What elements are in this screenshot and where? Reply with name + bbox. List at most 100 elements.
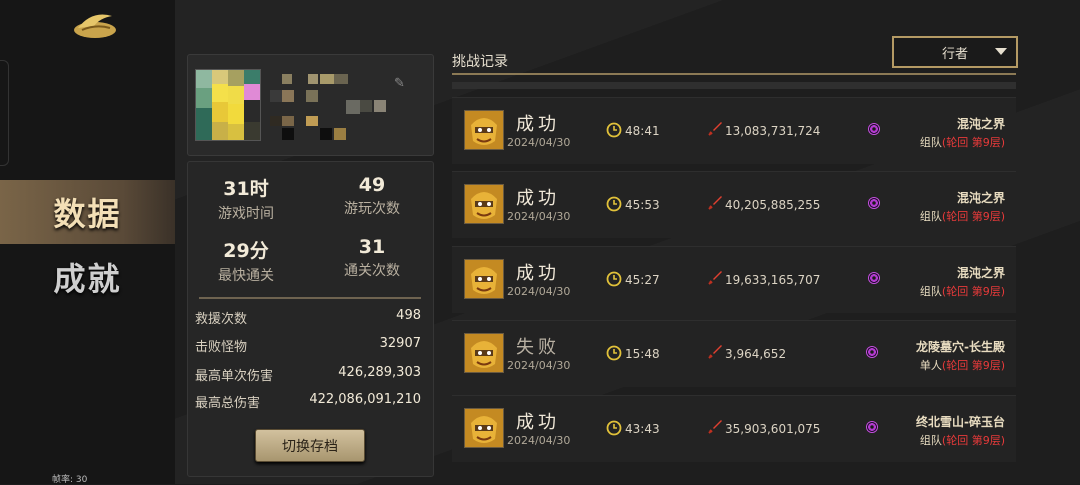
record-result: 成功 bbox=[516, 412, 560, 433]
nav-data-tab[interactable]: 数据 bbox=[0, 180, 175, 244]
record-location: 混沌之界 组队(轮回 第9层) bbox=[855, 264, 1005, 299]
stat-value: 49 bbox=[358, 174, 386, 196]
game-logo bbox=[74, 14, 116, 38]
sword-icon bbox=[708, 271, 722, 285]
stat-row-label: 救援次数 bbox=[195, 312, 248, 327]
sword-icon bbox=[708, 196, 722, 210]
clock-icon bbox=[606, 122, 622, 138]
record-row[interactable]: 成功 2024/04/30 48:41 13,083,731,724 混沌之界 … bbox=[452, 97, 1016, 164]
records-title: 挑战记录 bbox=[452, 54, 508, 70]
player-avatar bbox=[195, 69, 261, 141]
stat-row-max-total-damage: 最高总伤害 422,086,091,210 bbox=[195, 392, 421, 411]
record-time: 43:43 bbox=[625, 422, 660, 436]
clock-icon bbox=[606, 271, 622, 287]
stat-value: 31时 bbox=[223, 178, 269, 200]
sword-icon bbox=[708, 345, 722, 359]
record-row[interactable]: 成功 2024/04/30 43:43 35,903,601,075 终北雪山-… bbox=[452, 395, 1016, 462]
stat-play-time: 31时 游戏时间 bbox=[191, 174, 301, 223]
stat-row-value: 32907 bbox=[379, 336, 421, 351]
caret-down-icon bbox=[995, 48, 1007, 55]
stats-divider bbox=[199, 297, 421, 299]
stat-row-label: 击败怪物 bbox=[195, 340, 248, 355]
fps-counter: 帧率: 30 bbox=[52, 475, 88, 485]
record-mode-detail: (轮回 第9层) bbox=[941, 136, 1005, 149]
record-mode-type: 组队 bbox=[919, 210, 942, 223]
hero-avatar-icon bbox=[464, 184, 504, 224]
record-place: 混沌之界 bbox=[956, 117, 1005, 131]
record-damage: 35,903,601,075 bbox=[725, 422, 821, 436]
record-location: 终北雪山-碎玉台 组队(轮回 第9层) bbox=[855, 413, 1005, 448]
record-time: 45:53 bbox=[625, 198, 660, 212]
stat-value: 31 bbox=[358, 236, 386, 258]
stat-row-label: 最高总伤害 bbox=[195, 396, 261, 411]
switch-save-button[interactable]: 切换存档 bbox=[255, 429, 365, 462]
record-mode-detail: (轮回 第9层) bbox=[941, 359, 1005, 372]
records-scrollbar[interactable] bbox=[452, 82, 1016, 89]
sidebar-edge-tab[interactable] bbox=[0, 60, 9, 166]
record-location: 混沌之界 组队(轮回 第9层) bbox=[855, 115, 1005, 150]
stat-row-max-single-damage: 最高单次伤害 426,289,303 bbox=[195, 365, 421, 384]
edit-name-icon[interactable]: ✎ bbox=[394, 76, 408, 91]
record-mode: 组队(轮回 第9层) bbox=[855, 432, 1005, 448]
record-date: 2024/04/30 bbox=[507, 285, 571, 298]
record-result: 成功 bbox=[516, 114, 560, 135]
hero-avatar-icon bbox=[464, 408, 504, 448]
record-mode: 组队(轮回 第9层) bbox=[855, 134, 1005, 150]
record-date: 2024/04/30 bbox=[507, 359, 571, 372]
record-mode: 组队(轮回 第9层) bbox=[855, 283, 1005, 299]
record-mode-type: 组队 bbox=[919, 136, 942, 149]
nav-achievements-tab[interactable]: 成就 bbox=[0, 245, 175, 309]
record-result: 成功 bbox=[516, 263, 560, 284]
record-mode-detail: (轮回 第9层) bbox=[941, 434, 1005, 447]
clock-icon bbox=[606, 420, 622, 436]
records-header-line bbox=[452, 73, 1016, 75]
stat-row-value: 422,086,091,210 bbox=[309, 392, 421, 407]
sword-icon bbox=[708, 420, 722, 434]
record-location: 龙陵墓穴-长生殿 单人(轮回 第9层) bbox=[855, 338, 1005, 373]
player-name-redacted bbox=[270, 74, 386, 140]
stat-label: 通关次数 bbox=[344, 263, 400, 279]
record-place: 终北雪山-碎玉台 bbox=[916, 415, 1005, 429]
record-mode-type: 单人 bbox=[919, 359, 942, 372]
stat-value: 29分 bbox=[223, 240, 269, 262]
stat-row-rescues: 救援次数 498 bbox=[195, 308, 421, 327]
hero-avatar-icon bbox=[464, 259, 504, 299]
sword-icon bbox=[708, 122, 722, 136]
clock-icon bbox=[606, 345, 622, 361]
stat-clear-count: 31 通关次数 bbox=[317, 236, 427, 280]
stat-label: 游玩次数 bbox=[344, 201, 400, 217]
record-row[interactable]: 成功 2024/04/30 45:53 40,205,885,255 混沌之界 … bbox=[452, 171, 1016, 238]
hero-avatar-icon bbox=[464, 333, 504, 373]
stat-row-label: 最高单次伤害 bbox=[195, 369, 274, 384]
record-date: 2024/04/30 bbox=[507, 210, 571, 223]
record-date: 2024/04/30 bbox=[507, 434, 571, 447]
record-result: 失败 bbox=[516, 337, 560, 358]
record-place: 龙陵墓穴-长生殿 bbox=[916, 340, 1005, 354]
dropdown-selected-value: 行者 bbox=[941, 46, 968, 62]
record-place: 混沌之界 bbox=[956, 191, 1005, 205]
character-filter-dropdown[interactable]: 行者 bbox=[892, 36, 1018, 68]
record-time: 45:27 bbox=[625, 273, 660, 287]
record-location: 混沌之界 组队(轮回 第9层) bbox=[855, 189, 1005, 224]
record-row[interactable]: 失败 2024/04/30 15:48 3,964,652 龙陵墓穴-长生殿 单… bbox=[452, 320, 1016, 387]
record-result: 成功 bbox=[516, 188, 560, 209]
record-mode: 单人(轮回 第9层) bbox=[855, 357, 1005, 373]
stat-label: 最快通关 bbox=[218, 268, 274, 284]
record-mode-type: 组队 bbox=[919, 434, 942, 447]
clock-icon bbox=[606, 196, 622, 212]
record-date: 2024/04/30 bbox=[507, 136, 571, 149]
record-mode-detail: (轮回 第9层) bbox=[941, 210, 1005, 223]
stat-label: 游戏时间 bbox=[218, 206, 274, 222]
record-time: 48:41 bbox=[625, 124, 660, 138]
stat-fastest-clear: 29分 最快通关 bbox=[191, 236, 301, 285]
stat-play-count: 49 游玩次数 bbox=[317, 174, 427, 218]
record-place: 混沌之界 bbox=[956, 266, 1005, 280]
hero-avatar-icon bbox=[464, 110, 504, 150]
record-damage: 40,205,885,255 bbox=[725, 198, 821, 212]
record-row[interactable]: 成功 2024/04/30 45:27 19,633,165,707 混沌之界 … bbox=[452, 246, 1016, 313]
record-mode: 组队(轮回 第9层) bbox=[855, 208, 1005, 224]
record-damage: 13,083,731,724 bbox=[725, 124, 821, 138]
stat-row-value: 426,289,303 bbox=[338, 365, 421, 380]
record-mode-type: 组队 bbox=[919, 285, 942, 298]
record-mode-detail: (轮回 第9层) bbox=[941, 285, 1005, 298]
